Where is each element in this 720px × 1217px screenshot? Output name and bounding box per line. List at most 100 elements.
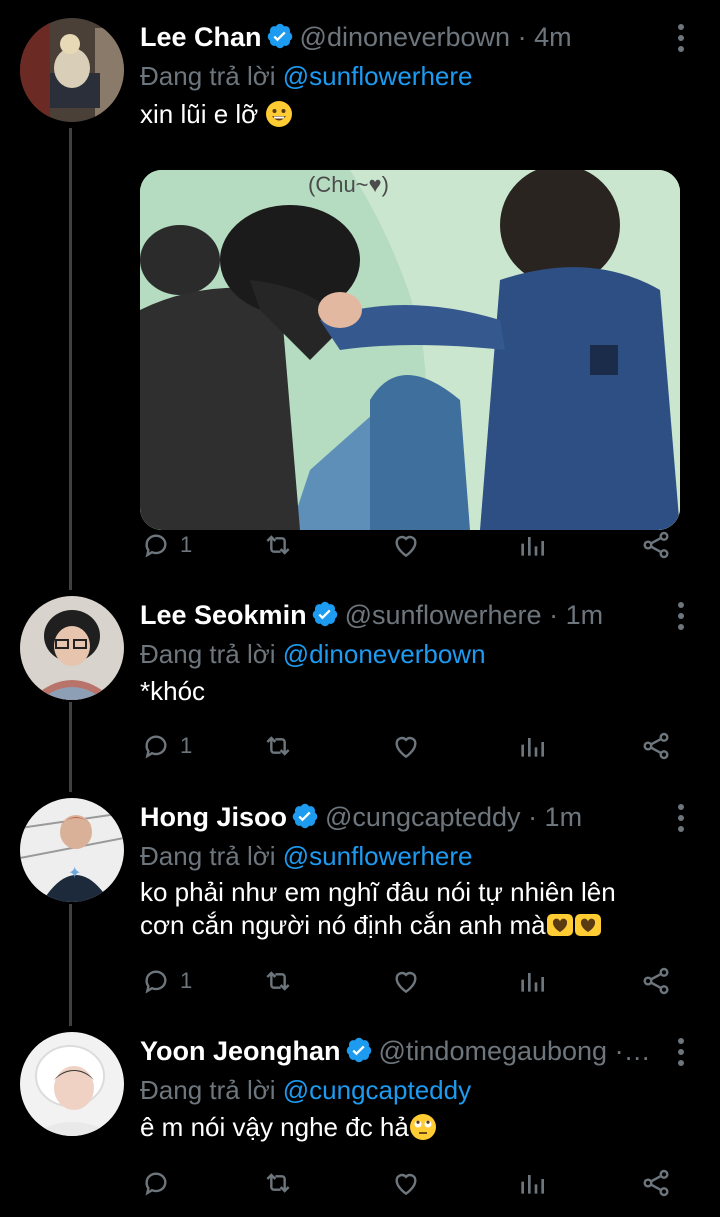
more-icon[interactable] bbox=[676, 804, 686, 834]
like-button[interactable] bbox=[390, 961, 422, 1001]
display-name[interactable]: Lee Seokmin bbox=[140, 600, 307, 630]
tweet[interactable]: Lee Seokmin @sunflowerhere · 1m Đang trả … bbox=[0, 596, 720, 772]
tweet-text: ê m nói vậy nghe đc hả bbox=[140, 1111, 437, 1144]
reply-button[interactable]: 1 bbox=[140, 961, 192, 1001]
analytics-icon bbox=[521, 537, 544, 556]
reply-icon bbox=[145, 970, 167, 994]
handle[interactable]: @cungcapteddy bbox=[325, 802, 521, 832]
analytics-button[interactable] bbox=[516, 726, 548, 766]
svg-text:✦: ✦ bbox=[68, 865, 81, 882]
like-icon bbox=[395, 535, 417, 558]
tweet-actions: 1 bbox=[140, 525, 680, 565]
reply-icon bbox=[145, 735, 167, 759]
verified-badge-icon bbox=[267, 23, 292, 49]
tweet-header: Yoon Jeonghan @tindomegaubong ·… bbox=[140, 1032, 656, 1070]
display-name[interactable]: Yoon Jeonghan bbox=[140, 1036, 341, 1066]
share-button[interactable] bbox=[640, 961, 672, 1001]
timestamp[interactable]: · 1m bbox=[528, 802, 582, 832]
analytics-button[interactable] bbox=[516, 961, 548, 1001]
more-icon[interactable] bbox=[676, 1038, 686, 1068]
like-button[interactable] bbox=[390, 1163, 422, 1203]
retweet-icon bbox=[266, 535, 290, 555]
media-caption: (Chu~♥) bbox=[308, 172, 389, 197]
verified-badge-icon bbox=[312, 601, 337, 627]
reply-count: 1 bbox=[180, 733, 193, 758]
reply-icon bbox=[145, 534, 167, 558]
share-icon bbox=[643, 732, 669, 760]
reply-prefix: Đang trả lời bbox=[140, 841, 283, 871]
tweet-text-content: ê m nói vậy nghe đc hả bbox=[140, 1112, 409, 1142]
grinning-face-icon bbox=[266, 101, 293, 127]
like-icon bbox=[395, 1173, 417, 1196]
reply-prefix: Đang trả lời bbox=[140, 61, 283, 91]
reply-count: 1 bbox=[180, 532, 193, 557]
analytics-icon bbox=[521, 1175, 544, 1194]
retweet-icon bbox=[266, 971, 290, 991]
reply-prefix: Đang trả lời bbox=[140, 1075, 283, 1105]
mention-link[interactable]: @sunflowerhere bbox=[283, 841, 473, 871]
display-name[interactable]: Lee Chan bbox=[140, 22, 262, 52]
display-name[interactable]: Hong Jisoo bbox=[140, 802, 287, 832]
replying-to: Đang trả lời @sunflowerhere bbox=[140, 58, 473, 94]
handle[interactable]: @sunflowerhere bbox=[345, 600, 542, 630]
retweet-button[interactable] bbox=[262, 1163, 294, 1203]
timestamp[interactable]: · 4m bbox=[518, 22, 572, 52]
tweet-text: ko phải như em nghĩ đâu nói tự nhiên lên… bbox=[140, 876, 616, 942]
share-button[interactable] bbox=[640, 1163, 672, 1203]
mention-link[interactable]: @sunflowerhere bbox=[283, 61, 473, 91]
share-button[interactable] bbox=[640, 525, 672, 565]
handle[interactable]: @dinoneverbown bbox=[300, 22, 511, 52]
analytics-icon bbox=[521, 738, 544, 757]
reply-icon bbox=[145, 1172, 167, 1196]
tweet-header: Lee Seokmin @sunflowerhere · 1m bbox=[140, 596, 656, 634]
mention-link[interactable]: @dinoneverbown bbox=[283, 639, 486, 669]
mention-link[interactable]: @cungcapteddy bbox=[283, 1075, 471, 1105]
share-icon bbox=[643, 531, 669, 559]
replying-to: Đang trả lời @sunflowerhere bbox=[140, 838, 473, 874]
reply-count: 1 bbox=[180, 968, 193, 993]
replying-to: Đang trả lời @dinoneverbown bbox=[140, 636, 486, 672]
avatar[interactable] bbox=[20, 1032, 124, 1136]
reply-prefix: Đang trả lời bbox=[140, 639, 283, 669]
like-button[interactable] bbox=[390, 726, 422, 766]
share-button[interactable] bbox=[640, 726, 672, 766]
more-icon[interactable] bbox=[676, 602, 686, 632]
avatar[interactable]: ✦ bbox=[20, 798, 124, 902]
like-button[interactable] bbox=[390, 525, 422, 565]
tweet-header: Lee Chan @dinoneverbown · 4m bbox=[140, 18, 656, 56]
tweet-text: *khóc bbox=[140, 676, 206, 706]
reply-button[interactable] bbox=[140, 1163, 172, 1203]
hands-heart-icon bbox=[574, 914, 601, 936]
share-icon bbox=[643, 967, 669, 995]
like-icon bbox=[395, 971, 417, 994]
tweet-media-image[interactable]: (Chu~♥) bbox=[140, 170, 680, 530]
tweet-actions bbox=[140, 1163, 680, 1203]
like-icon bbox=[395, 736, 417, 759]
analytics-button[interactable] bbox=[516, 1163, 548, 1203]
more-icon[interactable] bbox=[676, 24, 686, 54]
handle[interactable]: @tindomegaubong ·… bbox=[379, 1036, 651, 1066]
tweet[interactable]: Yoon Jeonghan @tindomegaubong ·… Đang trả… bbox=[0, 1032, 720, 1212]
hands-heart-icon bbox=[546, 914, 573, 936]
reply-button[interactable]: 1 bbox=[140, 726, 192, 766]
analytics-icon bbox=[521, 973, 544, 992]
tweet[interactable]: Lee Chan @dinoneverbown · 4m Đang trả lời… bbox=[0, 18, 720, 588]
tweet-text-line: cơn cắn người nó định cắn anh mà bbox=[140, 910, 546, 940]
verified-badge-icon bbox=[292, 803, 318, 829]
tweet[interactable]: ✦ Hong Jisoo @cungcapteddy · 1m Đang trả … bbox=[0, 798, 720, 1008]
reply-button[interactable]: 1 bbox=[140, 525, 192, 565]
timestamp[interactable]: · 1m bbox=[549, 600, 603, 630]
analytics-button[interactable] bbox=[516, 525, 548, 565]
tweet-header: Hong Jisoo @cungcapteddy · 1m bbox=[140, 798, 656, 836]
tweet-text-line-2: cơn cắn người nó định cắn anh mà bbox=[140, 909, 616, 942]
retweet-button[interactable] bbox=[262, 726, 294, 766]
rolling-eyes-face-icon bbox=[409, 1114, 436, 1140]
avatar[interactable] bbox=[20, 596, 124, 700]
tweet-actions: 1 bbox=[140, 961, 680, 1001]
tweet-text-line: ko phải như em nghĩ đâu nói tự nhiên lên bbox=[140, 877, 616, 907]
retweet-button[interactable] bbox=[262, 961, 294, 1001]
retweet-button[interactable] bbox=[262, 525, 294, 565]
avatar[interactable] bbox=[20, 18, 124, 122]
share-icon bbox=[643, 1169, 669, 1197]
tweet-text-content: xin lũi e lỡ bbox=[140, 99, 259, 129]
